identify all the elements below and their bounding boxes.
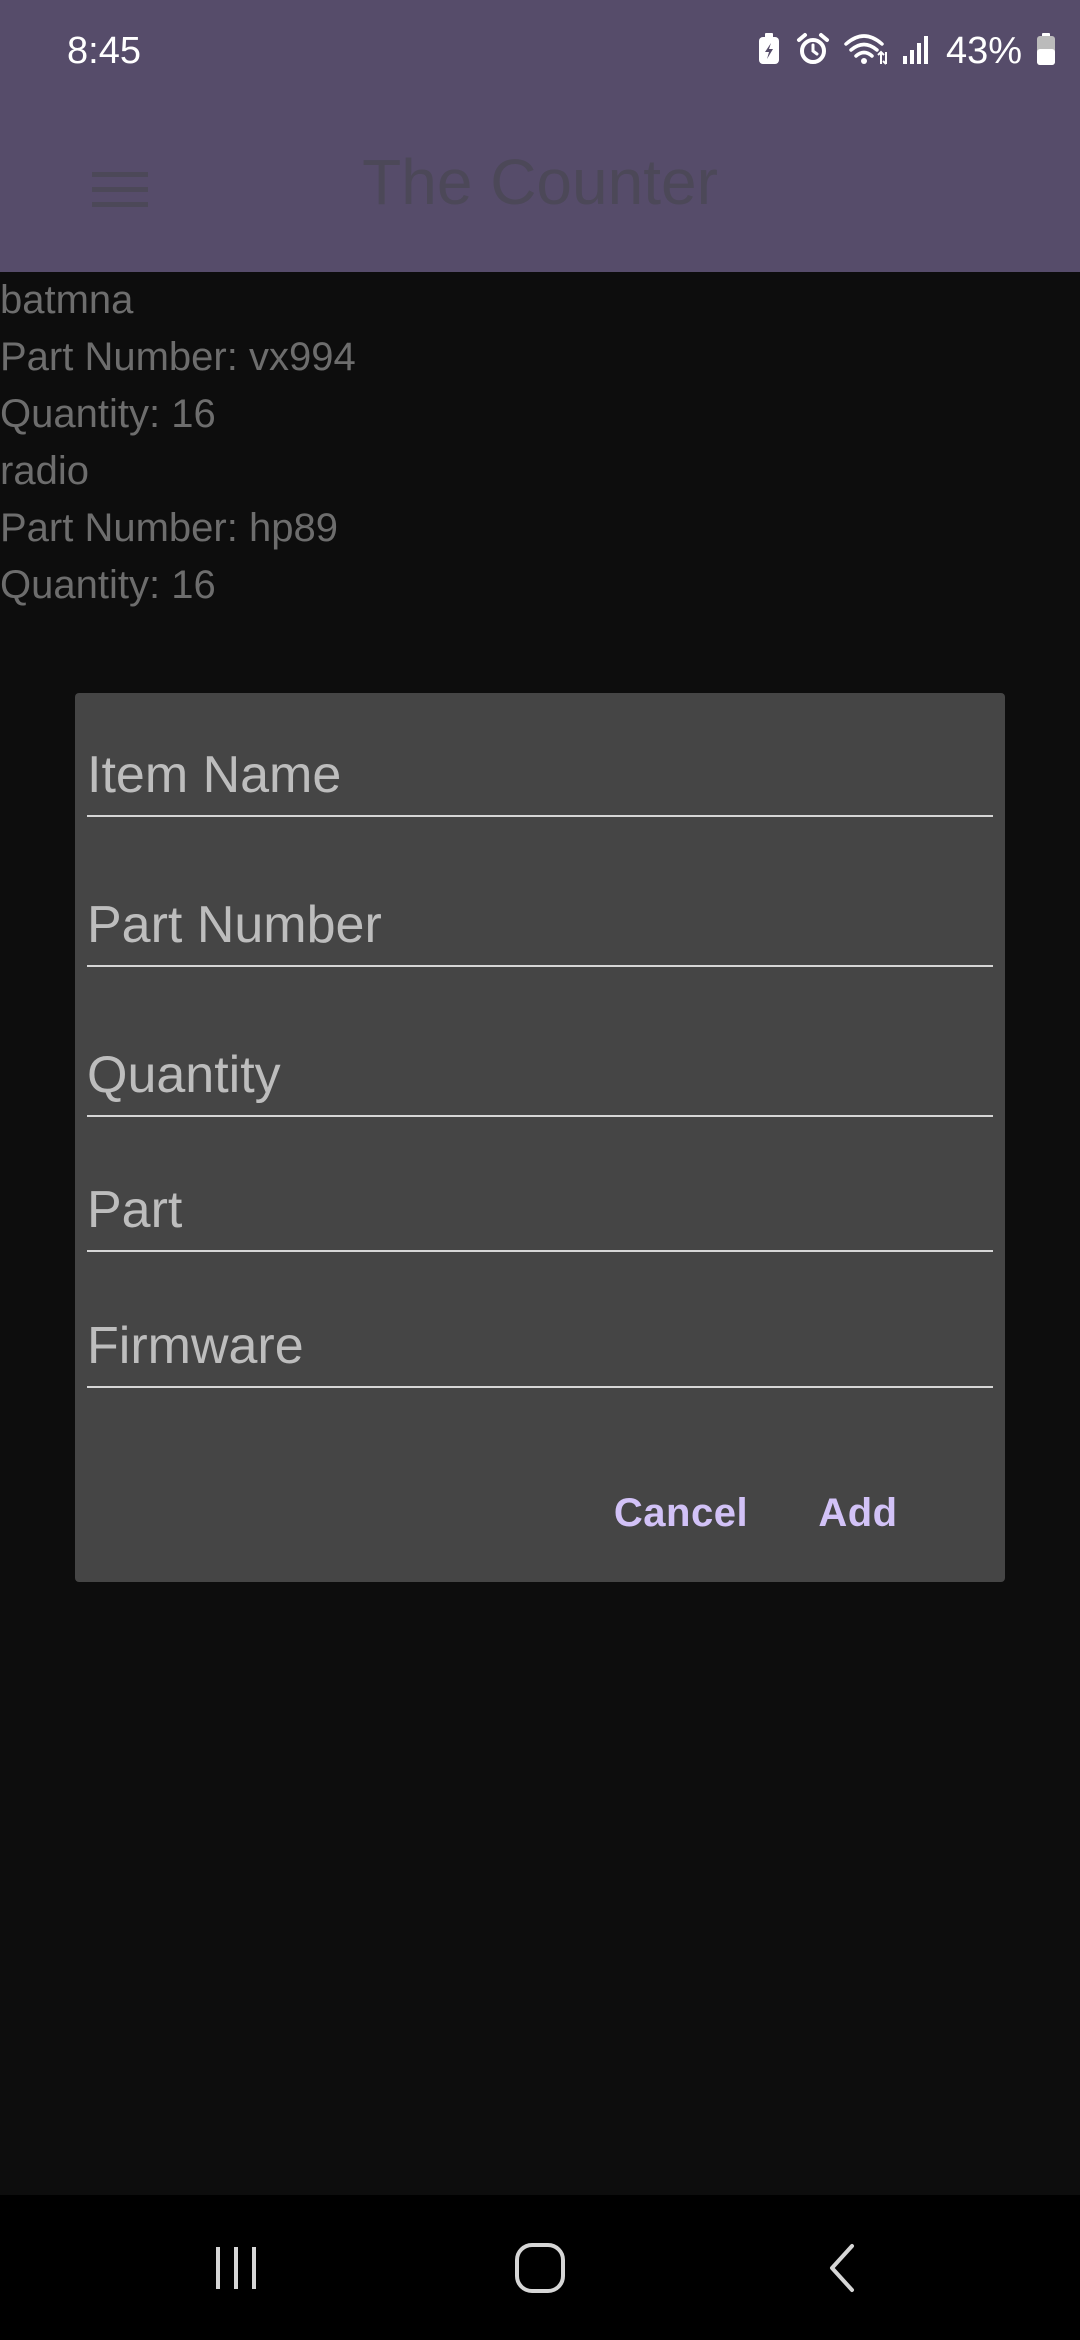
recents-icon[interactable] [166,2195,306,2340]
back-icon[interactable] [772,2195,912,2340]
part-number-field-wrapper [87,885,993,967]
signal-icon [902,32,932,71]
status-bar: 8:45 43% [0,0,1080,102]
item-name: radio [0,449,89,493]
navigation-bar [0,2195,1080,2340]
dialog-actions: Cancel Add [75,1473,1005,1553]
add-item-dialog: Cancel Add [75,693,1005,1582]
cancel-button[interactable]: Cancel [611,1473,751,1553]
quantity-field-wrapper [87,1035,993,1117]
item-quantity: Quantity: 16 [0,392,216,436]
item-list: batmna Part Number: vx994 Quantity: 16 r… [0,272,1080,614]
part-field-wrapper [87,1170,993,1252]
battery-icon [1036,32,1056,71]
battery-percent: 43% [945,30,1022,72]
app-screen: 8:45 43% The Counter batmna Part Number:… [0,0,1080,2195]
add-button[interactable]: Add [803,1473,913,1553]
firmware-field[interactable] [87,1306,993,1386]
item-part-number: Part Number: hp89 [0,506,338,550]
app-bar: The Counter [0,102,1080,272]
alarm-icon [796,32,830,71]
battery-saver-icon [756,32,782,71]
item-name: batmna [0,278,134,322]
status-time: 8:45 [67,30,141,72]
home-icon[interactable] [470,2195,610,2340]
firmware-field-wrapper [87,1306,993,1388]
wifi-icon [844,32,888,71]
part-field[interactable] [87,1170,993,1250]
quantity-field[interactable] [87,1035,993,1115]
app-title: The Counter [362,146,718,218]
part-number-field[interactable] [87,885,993,965]
item-quantity: Quantity: 16 [0,563,216,607]
item-part-number: Part Number: vx994 [0,335,356,379]
item-name-field[interactable] [87,735,993,815]
item-name-field-wrapper [87,735,993,817]
status-icons: 43% [756,26,1056,76]
